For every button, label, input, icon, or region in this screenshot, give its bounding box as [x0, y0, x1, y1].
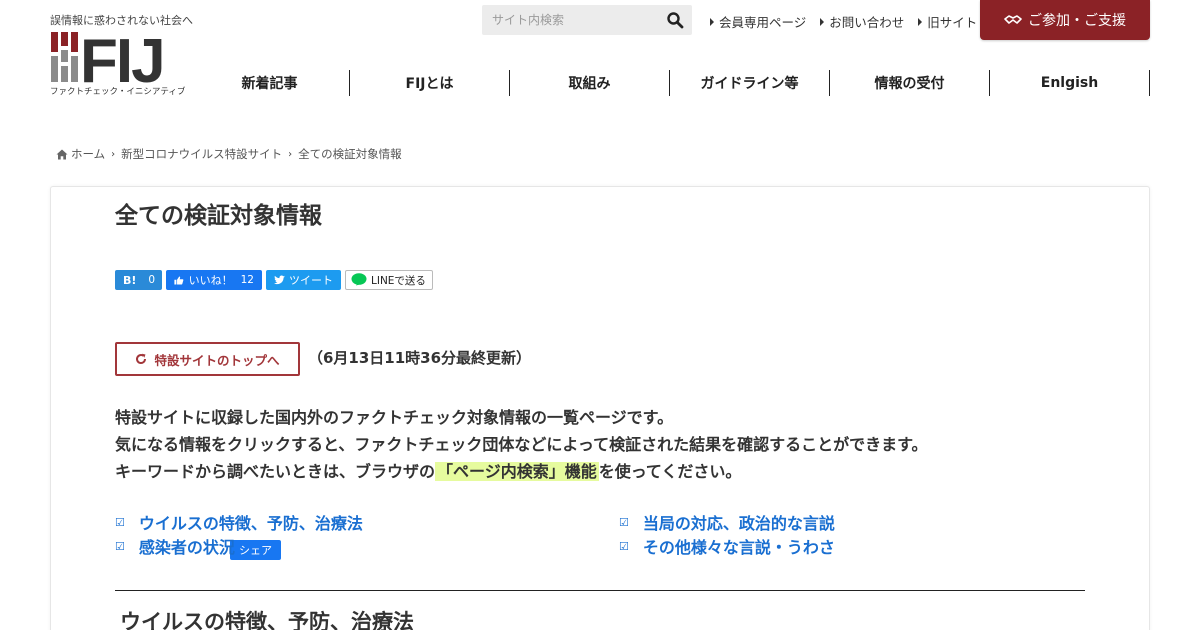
nav-item-news[interactable]: 新着記事 — [190, 70, 350, 96]
site-tagline: 誤情報に惑わされない社会へ — [50, 14, 193, 27]
nav-item-english[interactable]: Enlgish — [990, 70, 1150, 96]
utility-links: 会員専用ページ お問い合わせ 旧サイト — [710, 12, 977, 31]
join-support-button[interactable]: ご参加・ご支援 — [980, 0, 1150, 40]
logo-subtitle: ファクトチェック・イニシアティブ — [50, 87, 186, 97]
line-icon — [351, 273, 367, 286]
toc-link-other-rumors[interactable]: ☑ その他様々な言説・うわさ — [619, 534, 835, 558]
twitter-bird-icon — [274, 275, 285, 285]
checkbox-icon: ☑ — [115, 515, 125, 529]
chevron-right-icon: › — [288, 148, 293, 160]
nav-item-initiatives[interactable]: 取組み — [510, 70, 670, 96]
refresh-icon — [136, 353, 147, 365]
breadcrumb-current: 全ての検証対象情報 — [298, 147, 402, 161]
nav-item-submissions[interactable]: 情報の受付 — [830, 70, 990, 96]
toc-link-infection-status[interactable]: ☑ 感染者の状況 — [115, 534, 235, 558]
hatena-count: 0 — [148, 274, 156, 286]
breadcrumb-home[interactable]: ホーム — [71, 146, 105, 162]
intro-text: 特設サイトに収録した国内外のファクトチェック対象情報の一覧ページです。 気になる… — [115, 408, 928, 481]
util-link-members[interactable]: 会員専用ページ — [710, 12, 806, 31]
thumbs-up-icon — [174, 275, 184, 285]
last-updated: （6月13日11時36分最終更新） — [308, 349, 532, 367]
caret-right-icon — [710, 17, 714, 26]
page-search-highlight: 「ページ内検索」機能 — [435, 462, 599, 481]
section-heading: ウイルスの特徴、予防、治療法 — [120, 610, 414, 630]
hatena-icon: B! — [123, 273, 137, 287]
checkbox-icon: ☑ — [115, 539, 125, 553]
util-link-old-site[interactable]: 旧サイト — [918, 12, 977, 31]
search-icon[interactable] — [666, 11, 684, 29]
checkbox-icon: ☑ — [619, 539, 629, 553]
breadcrumb: ホーム › 新型コロナウイルス特設サイト › 全ての検証対象情報 — [56, 146, 402, 162]
facebook-share-button[interactable]: シェア — [230, 540, 281, 560]
handshake-icon — [1004, 15, 1022, 24]
site-search — [482, 5, 692, 35]
line-share-button[interactable]: LINEで送る — [345, 270, 433, 290]
tweet-button[interactable]: ツイート — [266, 270, 341, 290]
breadcrumb-covid-site[interactable]: 新型コロナウイルス特設サイト — [121, 146, 282, 162]
share-buttons: B! 0 いいね！ 12 シェア ツイート LINEで送る — [115, 270, 433, 560]
covid-site-top-button[interactable]: 特設サイトのトップへ — [115, 342, 300, 376]
page-title: 全ての検証対象情報 — [115, 203, 322, 229]
nav-item-guidelines[interactable]: ガイドライン等 — [670, 70, 830, 96]
checkbox-icon: ☑ — [619, 515, 629, 529]
facebook-like-count: 12 — [240, 274, 254, 286]
toc-link-government-response[interactable]: ☑ 当局の対応、政治的な言説 — [619, 510, 835, 534]
global-nav: 新着記事 FIJとは 取組み ガイドライン等 情報の受付 Enlgish — [190, 70, 1150, 96]
nav-item-about[interactable]: FIJとは — [350, 70, 510, 96]
chevron-right-icon: › — [111, 148, 116, 160]
section-divider — [115, 590, 1085, 591]
caret-right-icon — [820, 17, 825, 26]
facebook-like-button[interactable]: いいね！ 12 — [166, 270, 262, 290]
hatena-bookmark-button[interactable]: B! 0 — [115, 270, 162, 290]
toc-link-virus-features[interactable]: ☑ ウイルスの特徴、予防、治療法 — [115, 510, 363, 534]
home-icon — [56, 149, 68, 159]
caret-right-icon — [918, 17, 923, 26]
search-input[interactable] — [482, 5, 652, 35]
util-link-contact[interactable]: お問い合わせ — [820, 12, 904, 31]
